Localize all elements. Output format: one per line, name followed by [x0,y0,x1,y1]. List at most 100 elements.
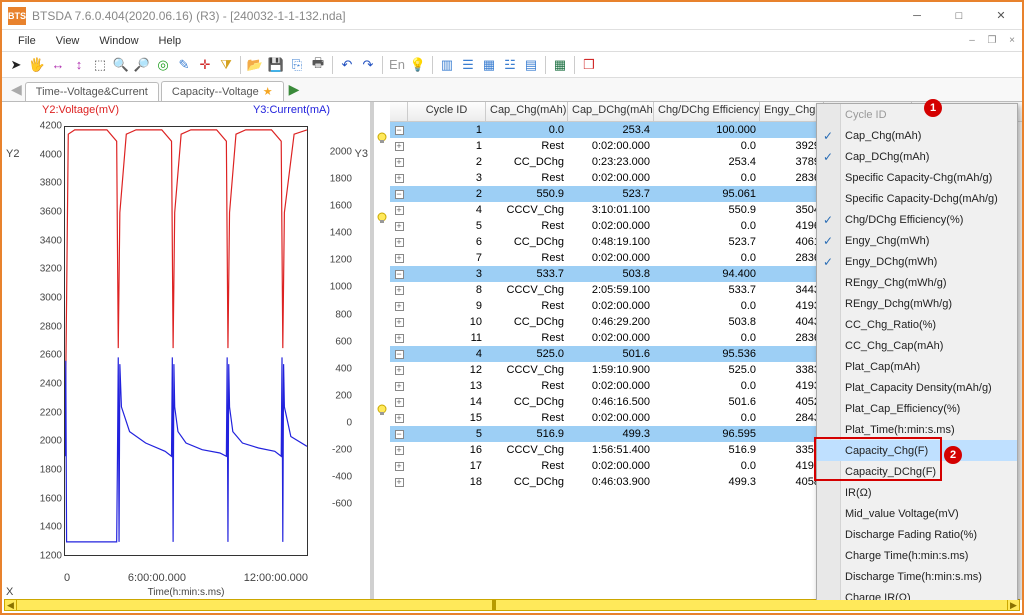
rows-icon[interactable]: ☰ [458,55,478,75]
expand-icon[interactable]: + [395,446,404,455]
ctx-item[interactable]: Capacity_Chg(F) [817,440,1017,461]
tab-time-voltage-current[interactable]: Time--Voltage&Current [25,82,159,101]
ctx-item[interactable]: ✓Cap_DChg(mAh) [817,146,1017,167]
expand-icon[interactable]: + [395,334,404,343]
collapse-icon[interactable]: − [395,126,404,135]
expand-icon[interactable]: + [395,366,404,375]
ctx-item[interactable]: Specific Capacity-Chg(mAh/g) [817,167,1017,188]
ctx-item[interactable]: Mid_value Voltage(mV) [817,503,1017,524]
mdi-close-icon[interactable]: × [1004,33,1020,49]
cursor-icon[interactable]: ➤ [6,55,26,75]
expand-icon[interactable]: + [395,478,404,487]
menu-file[interactable]: File [8,33,46,49]
expand-icon[interactable]: + [395,206,404,215]
tab-prev-icon[interactable]: ◀ [11,81,22,98]
horizontal-scrollbar[interactable]: ◀ ▶ [4,599,1020,611]
grid-icon[interactable]: ▦ [479,55,499,75]
expand-icon[interactable]: + [395,222,404,231]
close-button[interactable]: ✕ [980,3,1022,29]
vzoom-icon[interactable]: ↕ [69,55,89,75]
bulb-icon[interactable] [376,404,388,416]
redo-icon[interactable]: ↷ [358,55,378,75]
bulb-icon[interactable]: 💡 [408,55,428,75]
col-cap-chg[interactable]: Cap_Chg(mAh) [486,102,568,121]
ctx-item[interactable]: Plat_Cap(mAh) [817,356,1017,377]
ctx-item[interactable]: Plat_Time(h:min:s.ms) [817,419,1017,440]
expand-icon[interactable]: + [395,286,404,295]
excel-icon[interactable]: ▦ [550,55,570,75]
ctx-item[interactable]: Discharge Time(h:min:s.ms) [817,566,1017,587]
expand-icon[interactable]: + [395,254,404,263]
zoom-out-icon[interactable]: 🔎 [132,55,152,75]
col-engy-chg[interactable]: Engy_Chg(mWh) [760,102,824,121]
expand-icon[interactable]: + [395,142,404,151]
expand-icon[interactable]: + [395,158,404,167]
expand-icon[interactable]: + [395,302,404,311]
list-icon[interactable]: ☳ [500,55,520,75]
ctx-item[interactable]: IR(Ω) [817,482,1017,503]
pan-icon[interactable]: 🖐 [27,55,47,75]
en-icon[interactable]: En [387,55,407,75]
expand-icon[interactable]: + [395,174,404,183]
expand-icon[interactable]: + [395,462,404,471]
ctx-item[interactable]: Charge Time(h:min:s.ms) [817,545,1017,566]
ctx-item[interactable]: CC_Chg_Cap(mAh) [817,335,1017,356]
ctx-item[interactable]: Plat_Capacity Density(mAh/g) [817,377,1017,398]
expand-icon[interactable]: + [395,382,404,391]
ctx-item[interactable]: ✓Cap_Chg(mAh) [817,125,1017,146]
cycle-icon[interactable]: ❒ [579,55,599,75]
expand-icon[interactable]: + [395,398,404,407]
columns-icon[interactable]: ▥ [437,55,457,75]
col-efficiency[interactable]: Chg/DChg Efficiency(%) [654,102,760,121]
expand-icon[interactable]: + [395,238,404,247]
collapse-icon[interactable]: − [395,430,404,439]
menu-window[interactable]: Window [89,33,148,49]
hzoom-icon[interactable]: ↔ [48,55,68,75]
ctx-item[interactable]: Charge IR(Ω) [817,587,1017,600]
zoom-in-icon[interactable]: 🔍 [111,55,131,75]
expand-icon[interactable]: + [395,318,404,327]
collapse-icon[interactable]: − [395,350,404,359]
zoom-box-icon[interactable]: ⬚ [90,55,110,75]
menu-help[interactable]: Help [149,33,192,49]
save-icon[interactable]: 💾 [266,55,286,75]
collapse-icon[interactable]: − [395,190,404,199]
ctx-item[interactable]: REngy_Chg(mWh/g) [817,272,1017,293]
expand-icon[interactable]: + [395,414,404,423]
mdi-restore-icon[interactable]: ❐ [984,33,1000,49]
ctx-item[interactable]: ✓Engy_DChg(mWh) [817,251,1017,272]
minimize-button[interactable]: ─ [896,3,938,29]
tab-capacity-voltage[interactable]: Capacity--Voltage [161,81,284,101]
column-chooser-menu[interactable]: Cycle ID✓Cap_Chg(mAh)✓Cap_DChg(mAh)Speci… [816,103,1018,600]
ctx-item[interactable]: Discharge Fading Ratio(%) [817,524,1017,545]
bulb-icon[interactable] [376,132,388,144]
filter-icon[interactable]: ⧩ [216,55,236,75]
note-icon[interactable]: ✎ [174,55,194,75]
undo-icon[interactable]: ↶ [337,55,357,75]
col-cap-dchg[interactable]: Cap_DChg(mAh) [568,102,654,121]
table-icon[interactable]: ▤ [521,55,541,75]
ctx-item[interactable]: Capacity_DChg(F) [817,461,1017,482]
crosshair-icon[interactable]: ✛ [195,55,215,75]
tab-add-icon[interactable]: ▶ [289,81,300,98]
ctx-item[interactable]: Plat_Cap_Efficiency(%) [817,398,1017,419]
export-icon[interactable]: ⎘ [287,55,307,75]
mdi-minimize-icon[interactable]: – [964,33,980,49]
ctx-item[interactable]: Specific Capacity-Dchg(mAh/g) [817,188,1017,209]
ctx-item[interactable]: ✓Chg/DChg Efficiency(%) [817,209,1017,230]
print-icon[interactable]: 🖶 [308,55,328,75]
open-icon[interactable]: 📂 [245,55,265,75]
scroll-right-icon[interactable]: ▶ [1007,600,1019,610]
scroll-left-icon[interactable]: ◀ [5,600,17,610]
target-icon[interactable]: ◎ [153,55,173,75]
col-cycle-id[interactable]: Cycle ID [408,102,486,121]
ctx-item[interactable]: ✓Engy_Chg(mWh) [817,230,1017,251]
scroll-thumb[interactable] [492,600,496,610]
maximize-button[interactable]: □ [938,3,980,29]
ctx-item[interactable]: REngy_Dchg(mWh/g) [817,293,1017,314]
collapse-icon[interactable]: − [395,270,404,279]
menu-view[interactable]: View [46,33,90,49]
chart-plot-area[interactable] [64,126,308,556]
bulb-icon[interactable] [376,212,388,224]
ctx-item[interactable]: CC_Chg_Ratio(%) [817,314,1017,335]
